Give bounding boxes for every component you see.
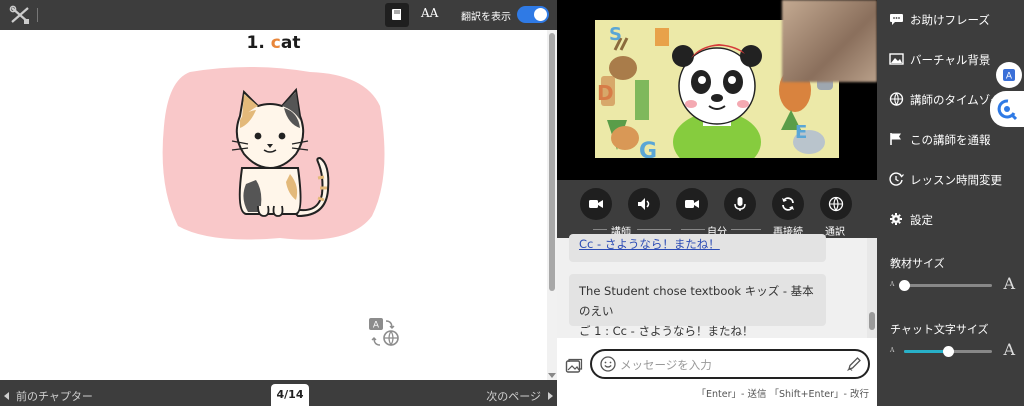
video-chat-panel: S D G E 講師 自分 再接続 通訳 Cc - さようなら！またね！ The… bbox=[557, 0, 877, 406]
textbook-panel: AA 翻訳を表示 1. cat A 前のチャプター 4/14 次のページ bbox=[0, 0, 557, 406]
send-hint: 「Enter」- 送信 「Shift+Enter」- 改行 bbox=[696, 389, 869, 400]
interpretation-button[interactable] bbox=[820, 188, 852, 220]
slider-min-label: A bbox=[890, 281, 895, 288]
translate-icon: A bbox=[1003, 69, 1015, 82]
message-input-box[interactable] bbox=[590, 349, 870, 379]
menu-item-label: 講師のタイムゾーン bbox=[910, 93, 999, 107]
chat-message: The Student chose textbook キッズ - 基本のえい ご… bbox=[569, 274, 826, 338]
speaker-icon bbox=[638, 198, 650, 210]
globe-icon bbox=[889, 92, 904, 106]
scroll-down-arrow-icon[interactable] bbox=[548, 373, 556, 378]
chat-log[interactable]: Cc - さようなら！またね！ The Student chose textbo… bbox=[557, 234, 877, 338]
divider-line bbox=[593, 229, 607, 230]
font-size-button[interactable]: AA bbox=[421, 6, 445, 24]
slider-max-label: A bbox=[1003, 274, 1015, 293]
title-number: 1. bbox=[246, 33, 271, 53]
textbook-footer: 前のチャプター 4/14 次のページ bbox=[0, 380, 557, 406]
gear-icon bbox=[890, 213, 902, 225]
page-indicator: 4/14 bbox=[271, 384, 309, 406]
chat-text-size-label: チャット文字サイズ bbox=[890, 323, 989, 336]
camera-icon bbox=[685, 200, 699, 208]
assistant-tab-button[interactable] bbox=[990, 91, 1024, 127]
chat-text-size-slider[interactable]: A A bbox=[890, 340, 1015, 360]
teacher-video: S D G E bbox=[557, 0, 877, 180]
assistant-logo-icon bbox=[997, 99, 1018, 121]
book-icon bbox=[392, 9, 401, 20]
translate-icon[interactable]: A bbox=[368, 317, 400, 347]
menu-item-label: お助けフレーズ bbox=[910, 13, 990, 27]
cat-illustration bbox=[162, 67, 385, 240]
slider-knob[interactable] bbox=[899, 280, 910, 291]
svg-text:A: A bbox=[1006, 72, 1013, 82]
svg-text:S: S bbox=[609, 24, 622, 45]
teacher-camera-button[interactable] bbox=[580, 188, 612, 220]
svg-text:G: G bbox=[639, 139, 657, 158]
page-title: 1. cat bbox=[0, 33, 547, 53]
teacher-timezone-menu-item[interactable]: 講師のタイムゾーン bbox=[889, 90, 999, 110]
show-translation-toggle[interactable] bbox=[517, 6, 549, 23]
pen-icon[interactable] bbox=[846, 356, 862, 372]
camera-icon bbox=[589, 200, 603, 208]
title-highlight-letter: c bbox=[270, 33, 281, 53]
svg-text:D: D bbox=[597, 81, 614, 105]
image-icon bbox=[889, 53, 904, 65]
material-size-slider[interactable]: A A bbox=[890, 274, 1015, 294]
chat-message-line: The Student chose textbook キッズ - 基本のえい bbox=[579, 284, 814, 318]
book-view-button[interactable] bbox=[385, 3, 409, 27]
divider-line bbox=[681, 229, 705, 230]
svg-text:E: E bbox=[795, 122, 807, 143]
emoji-icon[interactable] bbox=[600, 356, 616, 372]
slider-fill bbox=[904, 350, 948, 353]
self-microphone-button[interactable] bbox=[724, 188, 756, 220]
prev-chapter-button[interactable]: 前のチャプター bbox=[16, 388, 93, 404]
tools-icon[interactable] bbox=[9, 5, 31, 25]
scrollbar-thumb[interactable] bbox=[549, 33, 555, 291]
message-input[interactable] bbox=[620, 356, 830, 374]
slider-knob[interactable] bbox=[943, 346, 954, 357]
toggle-knob bbox=[534, 8, 547, 21]
prev-arrow-icon[interactable] bbox=[4, 392, 9, 400]
image-upload-icon[interactable] bbox=[565, 357, 583, 375]
globe-icon bbox=[828, 196, 844, 212]
next-page-button[interactable]: 次のページ bbox=[486, 388, 541, 404]
chat-input-row: 「Enter」- 送信 「Shift+Enter」- 改行 bbox=[557, 338, 877, 406]
chat-message: Cc - さようなら！またね！ bbox=[569, 234, 826, 262]
chat-scrollbar[interactable] bbox=[867, 238, 877, 338]
lesson-screen: AA 翻訳を表示 1. cat A 前のチャプター 4/14 次のページ S D… bbox=[0, 0, 1024, 406]
clock-icon bbox=[889, 172, 904, 186]
menu-item-label: レッスン時間変更 bbox=[910, 173, 1002, 187]
divider-line bbox=[637, 229, 671, 230]
call-controls: 講師 自分 再接続 通訳 bbox=[557, 180, 877, 238]
reconnect-button[interactable] bbox=[772, 188, 804, 220]
scrollbar-thumb[interactable] bbox=[869, 312, 875, 330]
flag-icon bbox=[890, 133, 901, 145]
menu-item-label: バーチャル背景 bbox=[910, 53, 991, 67]
slider-max-label: A bbox=[1003, 340, 1015, 359]
show-translation-label: 翻訳を表示 bbox=[461, 12, 511, 23]
refresh-icon bbox=[782, 197, 794, 211]
textbook-toolbar: AA 翻訳を表示 bbox=[0, 0, 557, 30]
microphone-icon bbox=[734, 197, 746, 211]
translate-assistant-button[interactable]: A bbox=[996, 62, 1022, 88]
material-size-label: 教材サイズ bbox=[890, 257, 945, 270]
slider-track[interactable] bbox=[904, 346, 992, 357]
next-arrow-icon[interactable] bbox=[548, 392, 553, 400]
divider-line bbox=[731, 229, 761, 230]
slider-min-label: A bbox=[890, 347, 895, 354]
speech-bubble-icon bbox=[890, 14, 903, 25]
menu-item-label: 設定 bbox=[910, 213, 933, 227]
toolbar-divider bbox=[37, 8, 38, 22]
slider-track[interactable] bbox=[899, 280, 992, 291]
self-camera-button[interactable] bbox=[676, 188, 708, 220]
interpretation-label: 通訳 bbox=[825, 227, 845, 238]
title-rest: at bbox=[280, 33, 301, 53]
menu-item-label: この講師を通報 bbox=[910, 133, 991, 147]
settings-sidebar: お助けフレーズ バーチャル背景 講師のタイムゾーン この講師を通報 レッスン時間… bbox=[877, 0, 1024, 406]
teacher-volume-button[interactable] bbox=[628, 188, 660, 220]
svg-text:A: A bbox=[373, 321, 380, 331]
textbook-scrollbar[interactable] bbox=[547, 30, 557, 380]
self-video-preview[interactable] bbox=[782, 0, 877, 82]
chat-message-link[interactable]: Cc - さようなら！またね！ bbox=[579, 237, 720, 251]
